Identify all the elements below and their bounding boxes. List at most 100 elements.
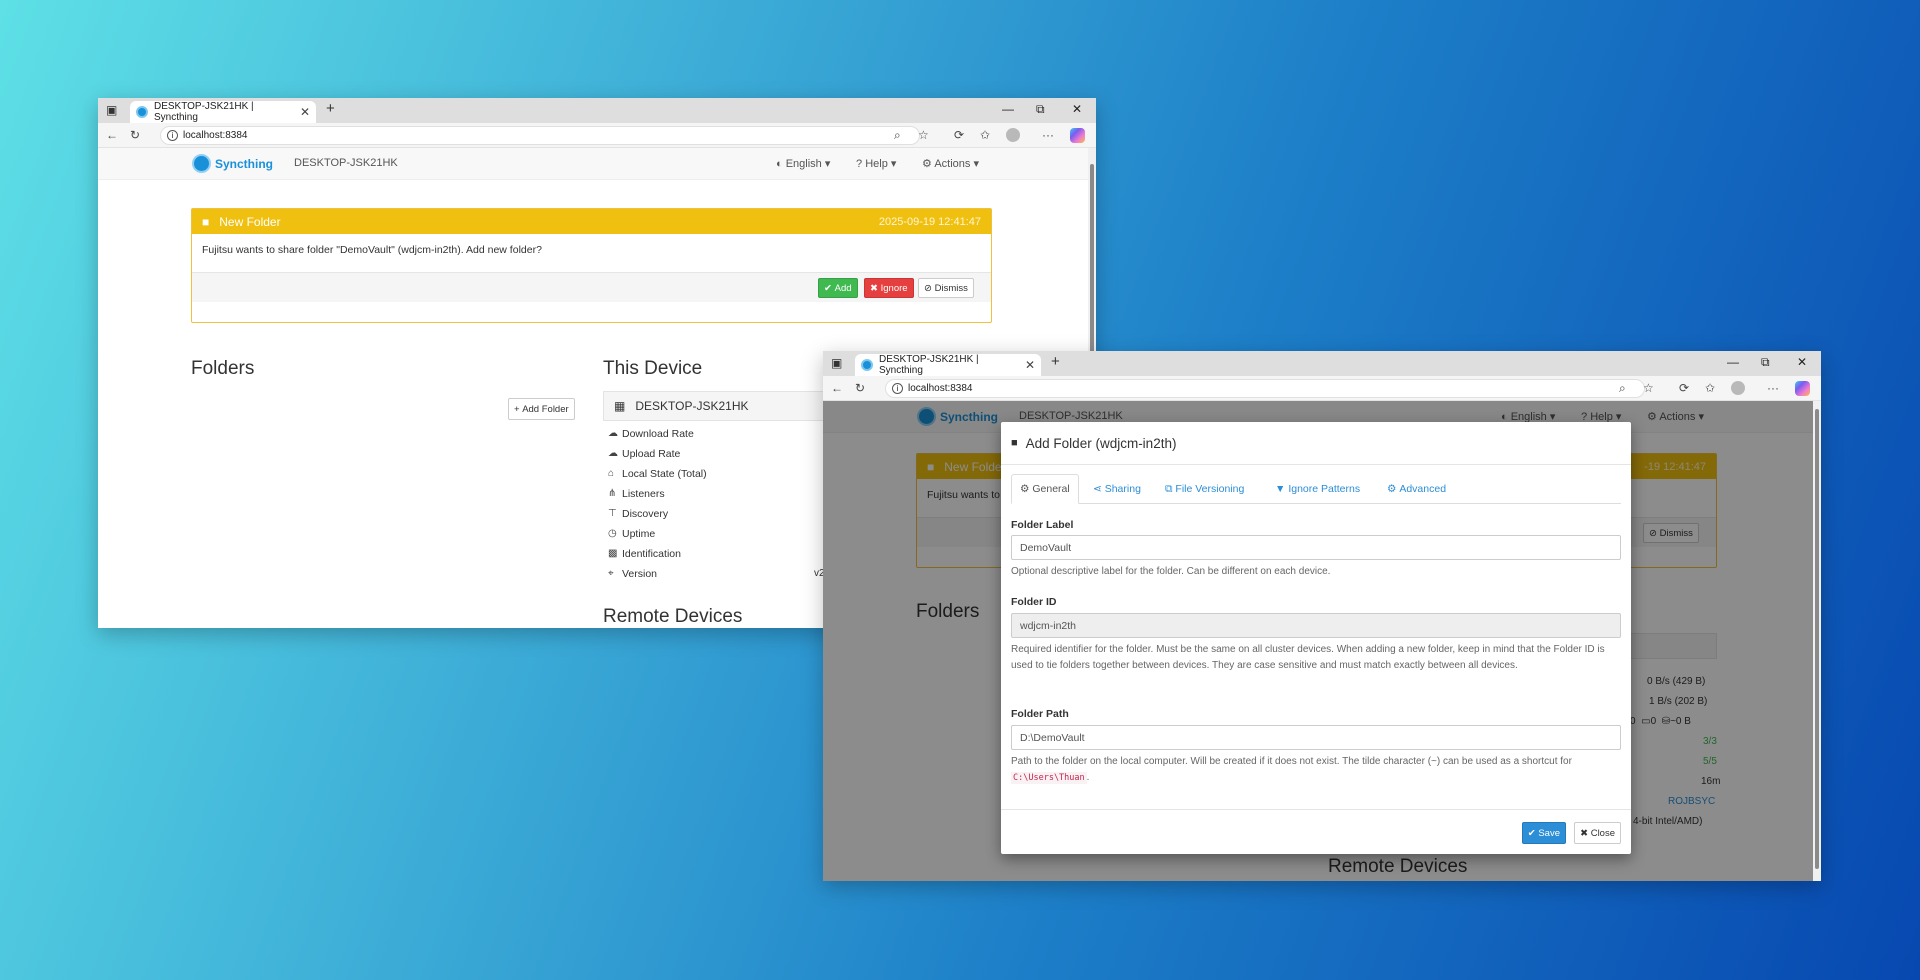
syncthing-logo-icon [192, 154, 211, 173]
row-label: Local State (Total) [622, 467, 707, 480]
row-label: Download Rate [622, 427, 694, 440]
profile-avatar-icon[interactable] [1006, 128, 1020, 142]
identification-row: ▩ Identification [608, 546, 681, 561]
close-label: Close [1590, 827, 1615, 839]
page-scrollbar[interactable] [1813, 401, 1821, 881]
zoom-icon[interactable]: ⌕ [1619, 381, 1626, 396]
extensions-icon[interactable]: ⟳ [1679, 381, 1689, 395]
tab-actions-icon[interactable]: ▣ [106, 103, 117, 117]
row-label: Upload Rate [622, 447, 681, 460]
device-qr-icon: ▦ [614, 399, 626, 413]
close-window-icon[interactable]: ✕ [1072, 102, 1082, 116]
copilot-icon[interactable] [1795, 381, 1810, 396]
tab-close-icon[interactable]: ✕ [300, 105, 310, 119]
folder-label-input[interactable]: DemoVault [1011, 535, 1621, 560]
url-input[interactable]: i localhost:8384 [160, 126, 920, 145]
syncthing-favicon-icon [136, 106, 148, 118]
filter-icon: ▼ [1275, 483, 1289, 495]
tab-ignore-patterns[interactable]: ▼ Ignore Patterns [1267, 474, 1368, 504]
favorite-star-icon[interactable]: ☆ [918, 128, 929, 142]
close-button[interactable]: ✖ Close [1574, 822, 1621, 844]
uptime-row: ◷ Uptime [608, 526, 655, 541]
row-label: Discovery [622, 507, 669, 520]
restore-icon[interactable]: ⧉ [1761, 355, 1770, 370]
page-content: Syncthing DESKTOP-JSK21HK ◐ English ▾ ? … [823, 401, 1821, 881]
folder-path-input[interactable]: D:\DemoVault [1011, 725, 1621, 750]
cogs-icon: ⚙ [1387, 483, 1400, 495]
save-button[interactable]: ✔ Save [1521, 822, 1566, 844]
more-menu-icon[interactable]: ··· [1042, 128, 1054, 142]
tab-title: DESKTOP-JSK21HK | Syncthing [878, 354, 979, 376]
tab-close-icon[interactable]: ✕ [1025, 358, 1035, 372]
site-info-icon[interactable]: i [892, 383, 903, 394]
favorites-icon[interactable]: ✩ [980, 128, 990, 142]
minimize-icon[interactable]: — [1002, 102, 1014, 116]
copilot-icon[interactable] [1070, 128, 1085, 143]
add-button[interactable]: ✔ Add [818, 278, 858, 298]
modal-title: Add Folder (wdjcm-in2th) [1025, 435, 1177, 451]
back-icon[interactable]: ← [106, 128, 118, 142]
browser-tab[interactable]: DESKTOP-JSK21HK | Syncthing ✕ [130, 101, 316, 123]
download-rate-row: ☁ Download Rate [608, 426, 694, 441]
tab-file-versioning[interactable]: ⧉ File Versioning [1157, 474, 1252, 504]
back-icon[interactable]: ← [831, 381, 843, 395]
reload-icon[interactable]: ↻ [855, 381, 865, 395]
new-tab-icon[interactable]: + [1051, 353, 1060, 370]
modal-tabs: ⚙ General ⋖ Sharing ⧉ File Versioning ▼ … [1011, 474, 1621, 504]
restore-icon[interactable]: ⧉ [1036, 102, 1045, 117]
title-bar: ▣ DESKTOP-JSK21HK | Syncthing ✕ + — ⧉ ✕ [98, 98, 1096, 123]
url-input[interactable]: i localhost:8384 [885, 379, 1645, 398]
title-bar: ▣ DESKTOP-JSK21HK | Syncthing ✕ + — ⧉ ✕ [823, 351, 1821, 376]
syncthing-logo[interactable]: Syncthing [192, 154, 273, 173]
minimize-icon[interactable]: — [1727, 355, 1739, 369]
notice-header: ■ New Folder 2025-09-19 12:41:47 [192, 209, 991, 234]
folder-label-help: Optional descriptive label for the folde… [1011, 566, 1331, 577]
cloud-download-icon: ☁ [608, 428, 618, 439]
tab-sharing[interactable]: ⋖ Sharing [1085, 474, 1149, 504]
help-menu[interactable]: ? Help ▾ [856, 157, 896, 170]
profile-avatar-icon[interactable] [1731, 381, 1745, 395]
local-state-row: ⌂ Local State (Total) [608, 466, 707, 481]
remote-devices-heading: Remote Devices [603, 606, 743, 627]
ignore-label: Ignore [880, 282, 908, 294]
cloud-upload-icon: ☁ [608, 448, 618, 459]
favorite-star-icon[interactable]: ☆ [1643, 381, 1654, 395]
zoom-icon[interactable]: ⌕ [894, 128, 901, 143]
tab-advanced[interactable]: ⚙ Advanced [1379, 474, 1454, 504]
scrollbar-thumb[interactable] [1815, 409, 1819, 869]
new-tab-icon[interactable]: + [326, 100, 335, 117]
dismiss-button[interactable]: ⊘ Dismiss [918, 278, 974, 298]
upload-rate-row: ☁ Upload Rate [608, 446, 680, 461]
row-label: Uptime [622, 527, 656, 540]
favorites-icon[interactable]: ✩ [1705, 381, 1715, 395]
add-folder-button[interactable]: + Add Folder [508, 398, 575, 420]
row-label: Listeners [622, 487, 665, 500]
browser-tab[interactable]: DESKTOP-JSK21HK | Syncthing ✕ [855, 354, 1041, 376]
save-label: Save [1538, 827, 1560, 839]
help-label: Help [865, 158, 888, 170]
home-path-code: C:\Users\Thuan [1011, 772, 1087, 784]
tab-label: Ignore Patterns [1288, 483, 1361, 495]
close-window-icon[interactable]: ✕ [1797, 355, 1807, 369]
site-info-icon[interactable]: i [167, 130, 178, 141]
reload-icon[interactable]: ↻ [130, 128, 140, 142]
add-label: Add [834, 282, 852, 294]
add-folder-label: Add Folder [522, 403, 569, 415]
ignore-button[interactable]: ✖ Ignore [864, 278, 914, 298]
language-menu[interactable]: ◐ English ▾ [776, 157, 830, 170]
row-label: Version [622, 567, 658, 580]
folder-id-label: Folder ID [1011, 596, 1057, 608]
this-device-panel-title: ▦ DESKTOP-JSK21HK [603, 391, 843, 421]
tab-actions-icon[interactable]: ▣ [831, 356, 842, 370]
new-folder-notice: ■ New Folder 2025-09-19 12:41:47 Fujitsu… [191, 208, 992, 323]
folder-id-input[interactable]: wdjcm-in2th [1011, 613, 1621, 638]
folder-icon: ■ [1011, 437, 1018, 449]
address-bar: ← ↻ i localhost:8384 ⌕ ☆ ⟳ ✩ ··· [823, 376, 1821, 401]
more-menu-icon[interactable]: ··· [1767, 381, 1779, 395]
actions-menu[interactable]: ⚙ Actions ▾ [922, 157, 979, 170]
tab-general[interactable]: ⚙ General [1011, 474, 1079, 504]
qrcode-icon: ▩ [608, 548, 618, 559]
extensions-icon[interactable]: ⟳ [954, 128, 964, 142]
folder-id-help: Required identifier for the folder. Must… [1011, 644, 1605, 671]
folders-heading: Folders [191, 358, 255, 379]
